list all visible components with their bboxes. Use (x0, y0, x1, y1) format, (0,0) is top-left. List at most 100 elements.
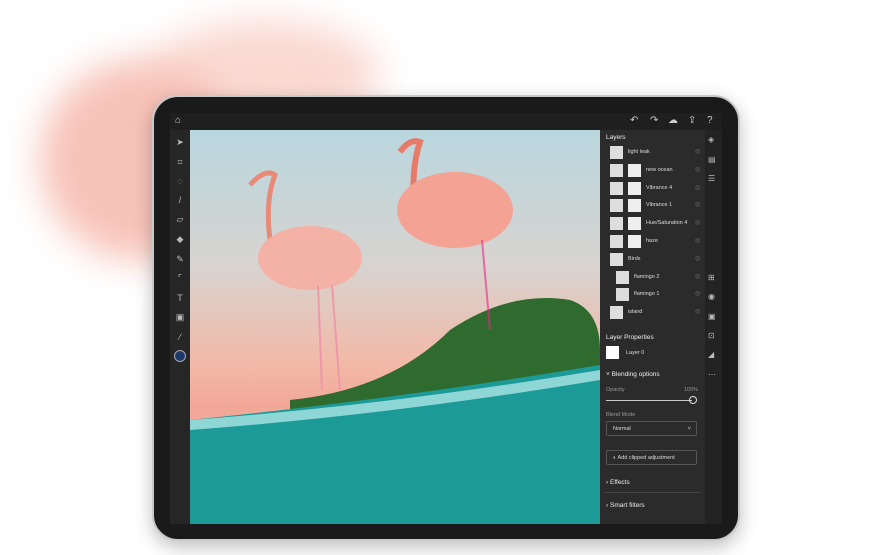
layer-name: Hue/Saturation 4 (646, 220, 688, 227)
opacity-value: 100% (684, 387, 699, 393)
blend-mode-label: Blend Mode (606, 412, 636, 418)
redo-icon[interactable]: ↷ (650, 115, 658, 126)
layer-row[interactable]: flamingo 2 ◎ (600, 269, 705, 286)
document-canvas[interactable] (190, 130, 600, 524)
layer-thumbnail (616, 270, 629, 284)
undo-icon[interactable]: ↶ (630, 115, 638, 126)
layer-name: Vibrance 1 (646, 202, 673, 209)
layer-name: Birds (628, 255, 641, 262)
transform-tool-icon[interactable]: ⌗ (174, 156, 186, 168)
home-icon[interactable]: ⌂ (175, 115, 181, 126)
eye-icon[interactable]: ◎ (695, 148, 700, 155)
smart-filters-label: Smart filters (609, 502, 645, 509)
top-bar: ⌂ ↶ ↷ ☁ ⇪ ? (170, 113, 722, 130)
move-tool-icon[interactable]: ➤ (174, 136, 186, 148)
divider (604, 492, 701, 493)
mask-thumbnail (628, 163, 641, 177)
cloud-large (397, 172, 513, 248)
layer-stack-icon[interactable]: ▤ (708, 155, 716, 164)
healing-tool-icon[interactable]: ✎ (174, 253, 186, 265)
clip-icon[interactable]: ⊡ (708, 331, 715, 340)
cloud-icon[interactable]: ☁ (668, 115, 678, 126)
layer-row[interactable]: island ◎ (600, 304, 705, 321)
more-icon[interactable]: ⋯ (708, 370, 716, 379)
foreground-color-swatch[interactable] (174, 350, 186, 362)
eye-icon[interactable]: ◎ (695, 166, 700, 173)
mask-thumbnail (628, 235, 641, 248)
layer-row[interactable]: Vibrance 1 ◎ (600, 197, 705, 214)
layer-row[interactable]: flamingo 1 ◎ (600, 286, 705, 303)
layer-row[interactable]: Hue/Saturation 4 ◎ (600, 215, 705, 232)
add-clipped-label: Add clipped adjustment (617, 455, 675, 461)
layer-row[interactable]: Birds ◎ (600, 251, 705, 268)
layer-thumbnail (610, 306, 623, 320)
photoshop-screen: ⌂ ↶ ↷ ☁ ⇪ ? ➤ ⌗ ◌ / ▱ ◆ ✎ ⌜ T ▣ ⁄ Layers… (170, 113, 722, 524)
add-clipped-adjustment-button[interactable]: ◐ Add clipped adjustment (606, 450, 697, 465)
eyedropper-tool-icon[interactable]: ⁄ (174, 331, 186, 343)
mask-thumbnail (628, 181, 641, 195)
layer-row[interactable]: Vibrance 4 ◎ (600, 180, 705, 197)
flamingo-small (248, 170, 279, 241)
layer-thumbnail (610, 217, 623, 231)
artwork (190, 138, 600, 524)
crop-tool-icon[interactable]: ⌜ (174, 272, 186, 284)
image-tool-icon[interactable]: ▣ (174, 311, 186, 323)
layer-name: light leak (628, 149, 650, 155)
layers-title: Layers (606, 134, 626, 141)
lasso-tool-icon[interactable]: ◌ (174, 175, 186, 187)
layer-name: flamingo 2 (634, 273, 660, 280)
layer-row[interactable]: light leak ◎ (600, 144, 705, 161)
blending-label: Blending options (611, 371, 660, 378)
effects-toggle[interactable]: › Effects (606, 479, 630, 486)
brush-tool-icon[interactable]: / (174, 194, 186, 206)
layer-thumbnail (610, 181, 623, 195)
mask-icon[interactable]: ▣ (708, 312, 716, 321)
layer-thumbnail (610, 235, 623, 248)
layer-thumbnail (610, 163, 623, 177)
opacity-slider[interactable] (606, 400, 692, 401)
layer-thumbnail (610, 252, 623, 266)
eye-icon[interactable]: ◎ (695, 308, 700, 315)
layer-thumbnail (616, 288, 629, 302)
fill-icon[interactable]: ◢ (708, 350, 714, 359)
layer-name: flamingo 1 (634, 291, 660, 298)
eraser-tool-icon[interactable]: ▱ (174, 213, 186, 225)
share-icon[interactable]: ⇪ (688, 115, 696, 126)
opacity-slider-handle[interactable] (689, 396, 697, 404)
eye-icon[interactable]: ◎ (695, 273, 700, 280)
eye-icon[interactable]: ◎ (695, 255, 700, 262)
right-icon-bar: ◈ ▤ ☰ ⊞ ◉ ▣ ⊡ ◢ ⋯ (705, 130, 722, 524)
blending-options-toggle[interactable]: ˅ Blending options (606, 371, 660, 378)
layers-panel: Layers light leak ◎ new ocean ◎ Vibrance 4 ◎ V… (600, 130, 705, 524)
layer-thumbnail (610, 199, 623, 213)
fill-tool-icon[interactable]: ◆ (174, 233, 186, 245)
layer-name: island (628, 309, 643, 316)
layer-thumbnail (610, 146, 623, 159)
help-icon[interactable]: ? (707, 115, 713, 126)
eye-icon[interactable]: ◎ (695, 201, 700, 208)
visibility-icon[interactable]: ◉ (708, 292, 715, 301)
eye-icon[interactable]: ◎ (695, 290, 700, 297)
opacity-label: Opacity (606, 387, 625, 393)
eye-icon[interactable]: ◎ (695, 184, 700, 191)
blend-mode-select[interactable]: Normal ˅ (606, 421, 697, 436)
smart-filters-toggle[interactable]: › Smart filters (606, 502, 645, 509)
layer-row[interactable]: haze ◎ (600, 233, 705, 250)
blend-mode-value: Normal (613, 426, 631, 432)
toolbar: ➤ ⌗ ◌ / ▱ ◆ ✎ ⌜ T ▣ ⁄ (170, 130, 190, 524)
layer-name: haze (646, 238, 658, 244)
cloud-small (258, 226, 362, 290)
adjustments-icon[interactable]: ☰ (708, 174, 715, 183)
mask-thumbnail (628, 217, 641, 231)
layer-properties-title: Layer Properties (606, 334, 654, 341)
layers-icon[interactable]: ◈ (708, 135, 714, 144)
mask-thumbnail (628, 199, 641, 213)
text-tool-icon[interactable]: T (174, 292, 186, 304)
add-layer-icon[interactable]: ⊞ (708, 273, 715, 282)
eye-icon[interactable]: ◎ (695, 237, 700, 244)
layer-thumbnail (606, 346, 619, 359)
layer-name: Layer 0 (626, 350, 645, 356)
eye-icon[interactable]: ◎ (695, 219, 700, 226)
chevron-down-icon: ˅ (687, 426, 691, 432)
layer-row[interactable]: new ocean ◎ (600, 162, 705, 179)
